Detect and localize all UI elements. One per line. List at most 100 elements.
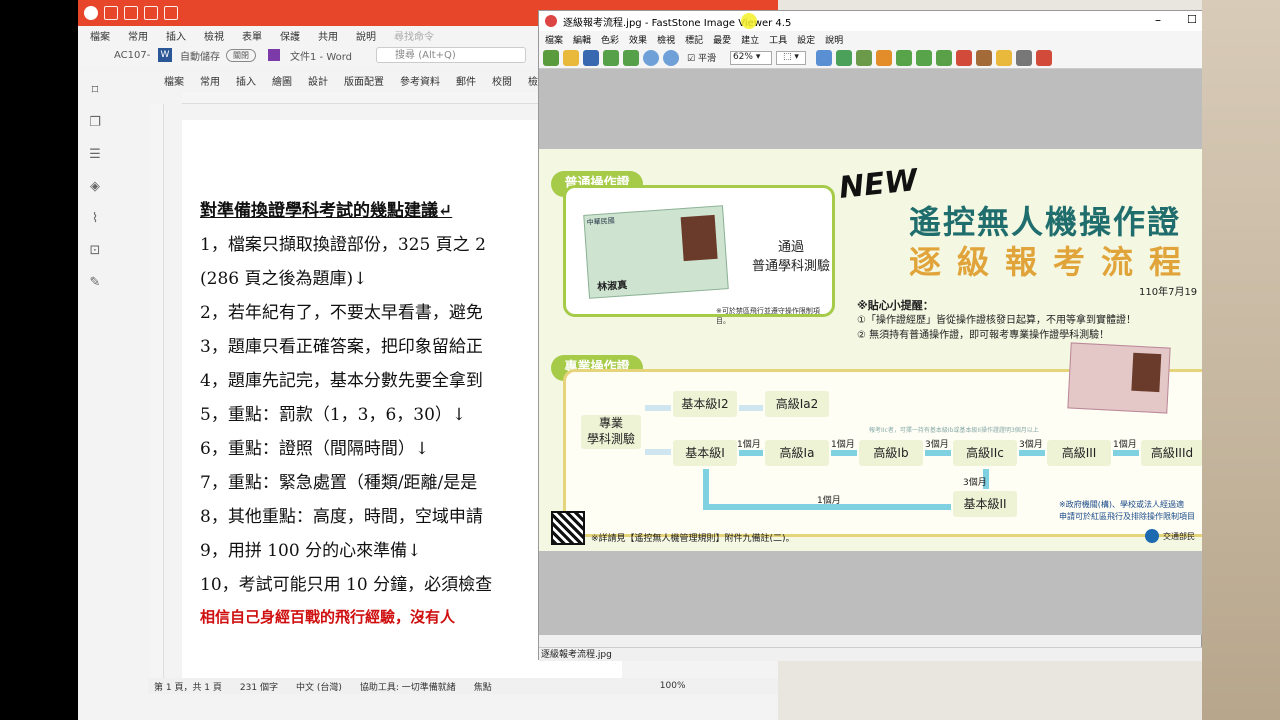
level-iiid: 高級IIId <box>1141 440 1202 466</box>
doc-heading: 對準備換證學科考試的幾點建議↵ <box>200 201 453 221</box>
fs-menu-effects[interactable]: 效果 <box>629 33 647 46</box>
doc-tab[interactable]: AC107-0 <box>114 50 150 61</box>
fs-menu-view[interactable]: 檢視 <box>657 33 675 46</box>
fs-menu-favorites[interactable]: 最愛 <box>713 33 731 46</box>
save-icon[interactable] <box>583 49 599 66</box>
month-label: 3個月 <box>925 440 949 450</box>
tools-icon[interactable]: ✎ <box>86 274 104 292</box>
effects-icon[interactable] <box>875 49 892 66</box>
wps-sidebar: ⌑ ❐ ☰ ◈ ⌇ ⊡ ✎ <box>78 70 112 690</box>
fs-menubar: 檔案 編輯 色彩 效果 檢視 標記 最愛 建立 工具 設定 說明 <box>539 31 1202 47</box>
menu-form[interactable]: 表單 <box>242 28 262 43</box>
zoom-select[interactable]: 62% ▾ <box>729 50 772 65</box>
menu-share[interactable]: 共用 <box>318 28 338 43</box>
menu-insert[interactable]: 插入 <box>166 28 186 43</box>
ribbon-draw[interactable]: 繪圖 <box>264 73 300 88</box>
focus-mode[interactable]: 焦點 <box>474 680 492 693</box>
fs-menu-tag[interactable]: 標記 <box>685 33 703 46</box>
fs-menu-help[interactable]: 說明 <box>825 33 843 46</box>
print-icon[interactable] <box>1015 49 1032 66</box>
org-name: 交通部民 <box>1163 532 1195 541</box>
doc-red-line: 相信自己身經百戰的飛行經驗，沒有人 <box>200 608 456 626</box>
delete-icon[interactable] <box>955 49 972 66</box>
general-permit-box: 中華民國 林淑真 通過 普通學科測驗 ※可於禁區飛行並遵守操作限制項目。 <box>563 185 835 325</box>
menu-help[interactable]: 說明 <box>356 28 376 43</box>
level-ib: 高級Ib <box>859 440 923 466</box>
rotate-right-icon[interactable] <box>915 49 932 66</box>
accessibility[interactable]: 協助工具: 一切準備就緒 <box>360 680 456 693</box>
search-command[interactable]: 尋找命令 <box>394 28 434 43</box>
ribbon-mailings[interactable]: 郵件 <box>448 73 484 88</box>
undo-icon[interactable] <box>164 6 178 20</box>
prev-icon[interactable] <box>603 49 619 66</box>
menu-file[interactable]: 檔案 <box>90 28 110 43</box>
attach-icon[interactable]: ⌇ <box>86 210 104 228</box>
open-icon[interactable] <box>543 49 559 66</box>
fs-title-text: 逐級報考流程.jpg - FastStone Image Viewer 4.5 <box>563 17 792 29</box>
month-label: 1個月 <box>1113 440 1137 450</box>
menu-view[interactable]: 檢視 <box>204 28 224 43</box>
lock-icon[interactable]: ⊡ <box>86 242 104 260</box>
month-label: 3個月 <box>1019 440 1043 450</box>
fs-menu-file[interactable]: 檔案 <box>545 33 563 46</box>
ribbon-references[interactable]: 參考資料 <box>392 73 448 88</box>
new-label: NEW <box>837 162 920 207</box>
doc-line: 8，其他重點：高度，時間，空域申請 <box>200 507 483 527</box>
iic-note: 報考IIc者，可擇一持有基本級Ib或基本級II操作證證明3個月以上 <box>869 427 1039 434</box>
print-icon[interactable] <box>144 6 158 20</box>
ribbon-design[interactable]: 設計 <box>300 73 336 88</box>
open-icon[interactable] <box>104 6 118 20</box>
smooth-checkbox[interactable]: ☑ 平滑 <box>687 51 716 64</box>
zoom-in-icon[interactable] <box>643 49 659 66</box>
month-label: 3個月 <box>963 478 987 488</box>
comment-icon[interactable]: ☰ <box>86 146 104 164</box>
fs-menu-create[interactable]: 建立 <box>741 33 759 46</box>
zoom-out-icon[interactable] <box>663 49 679 66</box>
qr-code <box>551 511 585 545</box>
settings-icon[interactable] <box>1035 49 1052 66</box>
tip-1: ①「操作證經歷」皆從操作證核發日起算，不用等拿到實體證！ <box>857 315 1136 326</box>
menu-protect[interactable]: 保護 <box>280 28 300 43</box>
vertical-ruler[interactable] <box>150 104 164 678</box>
ribbon-review[interactable]: 校閱 <box>484 73 520 88</box>
word-logo-icon: W <box>158 48 172 62</box>
draw-icon[interactable] <box>975 49 992 66</box>
autosave-toggle[interactable]: 關閉 <box>226 48 256 62</box>
ribbon-layout[interactable]: 版面配置 <box>336 73 392 88</box>
fs-menu-settings[interactable]: 設定 <box>797 33 815 46</box>
zoom-level[interactable]: 100% <box>660 681 686 691</box>
ribbon-home[interactable]: 常用 <box>192 73 228 88</box>
doc-line: 5，重點：罰款（1，3，6，30）↓ <box>200 405 467 425</box>
fs-menu-tools[interactable]: 工具 <box>769 33 787 46</box>
email-icon[interactable] <box>995 49 1012 66</box>
word-count[interactable]: 231 個字 <box>240 680 278 693</box>
ribbon-insert[interactable]: 插入 <box>228 73 264 88</box>
image-viewport[interactable]: 普通操作證 中華民國 林淑真 通過 普通學科測驗 ※可於禁區飛行並遵守操作限制項… <box>539 69 1202 635</box>
language[interactable]: 中文 (台灣) <box>296 680 342 693</box>
arrow <box>831 450 857 456</box>
wood-background <box>1202 0 1280 720</box>
crop-icon[interactable] <box>855 49 872 66</box>
general-note: ※可於禁區飛行並遵守操作限制項目。 <box>716 307 820 325</box>
save-icon[interactable] <box>124 6 138 20</box>
save-icon[interactable] <box>268 49 280 61</box>
bookmark-icon[interactable]: ⌑ <box>86 82 104 100</box>
ribbon-file[interactable]: 檔案 <box>156 73 192 88</box>
copy-icon[interactable]: ❐ <box>86 114 104 132</box>
rotate-left-icon[interactable] <box>895 49 912 66</box>
layers-icon[interactable]: ◈ <box>86 178 104 196</box>
next-icon[interactable] <box>623 49 639 66</box>
fit-select[interactable]: ⬚ ▾ <box>775 50 806 65</box>
search-box[interactable]: 搜尋 (Alt+Q) <box>376 47 527 63</box>
menu-home[interactable]: 常用 <box>128 28 148 43</box>
minimize-button[interactable]: – <box>1155 13 1161 27</box>
page-count[interactable]: 第 1 頁，共 1 頁 <box>154 680 222 693</box>
adjust-icon[interactable] <box>815 49 832 66</box>
fs-menu-edit[interactable]: 編輯 <box>573 33 591 46</box>
check-icon[interactable] <box>935 49 952 66</box>
maximize-button[interactable]: ☐ <box>1187 13 1197 26</box>
fs-menu-color[interactable]: 色彩 <box>601 33 619 46</box>
level-ii: 基本級II <box>953 491 1017 517</box>
resize-icon[interactable] <box>835 49 852 66</box>
folder-icon[interactable] <box>563 49 579 66</box>
